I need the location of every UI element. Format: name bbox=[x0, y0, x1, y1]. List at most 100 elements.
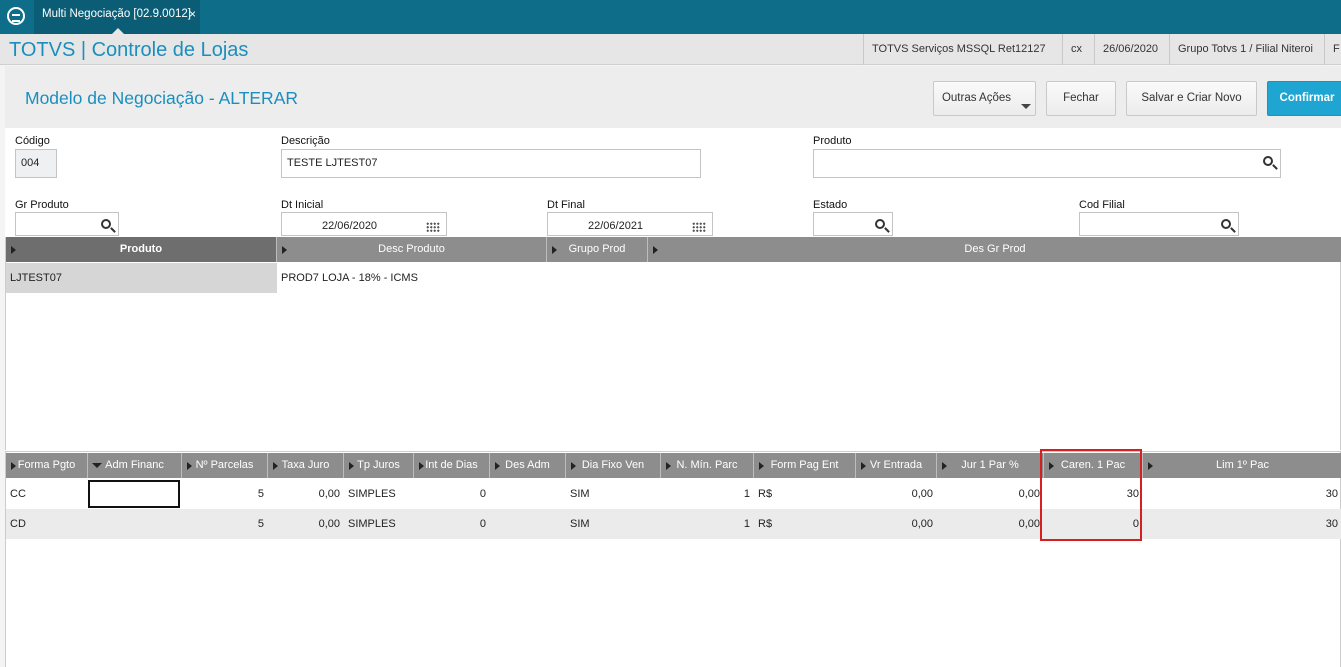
search-icon[interactable] bbox=[875, 219, 885, 229]
cell-int-de-dias[interactable]: 0 bbox=[414, 509, 490, 539]
codigo-field[interactable]: 004 bbox=[15, 149, 57, 178]
search-icon[interactable] bbox=[1221, 219, 1231, 229]
col-des-adm[interactable]: Des Adm bbox=[490, 453, 566, 478]
cell-forma-pgto[interactable]: CC bbox=[6, 479, 88, 509]
cell-n-parcelas[interactable]: 5 bbox=[182, 509, 268, 539]
search-icon[interactable] bbox=[1263, 156, 1273, 166]
totvs-logo-icon[interactable] bbox=[7, 7, 25, 25]
search-icon[interactable] bbox=[101, 219, 111, 229]
cell-lim-1-pac[interactable]: 30 bbox=[1143, 479, 1341, 509]
cell-n-min-parc[interactable]: 1 bbox=[661, 509, 754, 539]
col-forma-pgto-label: Forma Pgto bbox=[17, 459, 76, 471]
date-info: 26/06/2020 bbox=[1094, 34, 1166, 65]
cell-n-parcelas[interactable]: 5 bbox=[182, 479, 268, 509]
cod-filial-label: Cod Filial bbox=[1079, 199, 1125, 211]
cod-filial-field[interactable] bbox=[1079, 212, 1239, 236]
col-desc-produto[interactable]: Desc Produto bbox=[277, 237, 547, 262]
user-info: cx bbox=[1062, 34, 1090, 65]
cell-dia-fixo-ven[interactable]: SIM bbox=[566, 509, 661, 539]
dt-inicial-value: 22/06/2020 bbox=[322, 220, 378, 232]
calendar-icon[interactable] bbox=[426, 222, 440, 233]
col-int-de-dias[interactable]: Int de Dias bbox=[414, 453, 490, 478]
sort-arrow-icon bbox=[273, 462, 278, 470]
cell-form-pag-ent[interactable]: R$ bbox=[754, 509, 856, 539]
col-tp-juros[interactable]: Tp Juros bbox=[344, 453, 414, 478]
cell-des-adm[interactable] bbox=[490, 479, 566, 509]
col-produto[interactable]: Produto bbox=[6, 237, 277, 262]
cell-adm-financ-editing[interactable] bbox=[88, 480, 180, 508]
col-form-pag-ent-label: Form Pag Ent bbox=[770, 459, 839, 471]
cell-vr-entrada[interactable]: 0,00 bbox=[856, 509, 937, 539]
col-n-parcelas-label: Nº Parcelas bbox=[195, 459, 254, 471]
other-actions-button[interactable]: Outras Ações bbox=[933, 81, 1036, 116]
sort-arrow-icon bbox=[11, 246, 16, 254]
estado-field[interactable] bbox=[813, 212, 893, 236]
cell-jur-1-par[interactable]: 0,00 bbox=[937, 509, 1044, 539]
col-vr-entrada[interactable]: Vr Entrada bbox=[856, 453, 937, 478]
app-title: TOTVS | Controle de Lojas bbox=[9, 39, 249, 61]
col-taxa-juro[interactable]: Taxa Juro bbox=[268, 453, 344, 478]
estado-label: Estado bbox=[813, 199, 848, 211]
col-form-pag-ent[interactable]: Form Pag Ent bbox=[754, 453, 856, 478]
close-button[interactable]: Fechar bbox=[1046, 81, 1116, 116]
col-n-parcelas[interactable]: Nº Parcelas bbox=[182, 453, 268, 478]
col-n-min-parc[interactable]: N. Mín. Parc bbox=[661, 453, 754, 478]
cell-int-de-dias[interactable]: 0 bbox=[414, 479, 490, 509]
col-n-min-parc-label: N. Mín. Parc bbox=[676, 459, 738, 471]
gr-produto-field[interactable] bbox=[15, 212, 119, 236]
cell-des-adm[interactable] bbox=[490, 509, 566, 539]
sort-arrow-icon bbox=[759, 462, 764, 470]
server-info: TOTVS Serviços MSSQL Ret12127 bbox=[863, 34, 1054, 65]
cell-jur-1-par[interactable]: 0,00 bbox=[937, 479, 1044, 509]
tab-multi-negociacao[interactable]: Multi Negociação [02.9.0012] × bbox=[34, 0, 200, 34]
cell-des-gr-prod[interactable] bbox=[648, 263, 1341, 293]
company-info: Grupo Totvs 1 / Filial Niteroi bbox=[1169, 34, 1321, 65]
cell-grupo-prod[interactable] bbox=[547, 263, 648, 293]
cell-dia-fixo-ven[interactable]: SIM bbox=[566, 479, 661, 509]
close-icon[interactable]: × bbox=[189, 0, 196, 28]
produto-label: Produto bbox=[813, 135, 852, 147]
sort-arrow-icon bbox=[861, 462, 866, 470]
cell-taxa-juro[interactable]: 0,00 bbox=[268, 479, 344, 509]
calendar-icon[interactable] bbox=[692, 222, 706, 233]
cell-form-pag-ent[interactable]: R$ bbox=[754, 479, 856, 509]
cell-vr-entrada[interactable]: 0,00 bbox=[856, 479, 937, 509]
cell-n-min-parc[interactable]: 1 bbox=[661, 479, 754, 509]
dt-final-label: Dt Final bbox=[547, 199, 585, 211]
col-dia-fixo-ven[interactable]: Dia Fixo Ven bbox=[566, 453, 661, 478]
save-and-new-button[interactable]: Salvar e Criar Novo bbox=[1126, 81, 1257, 116]
produto-field[interactable] bbox=[813, 149, 1281, 178]
col-grupo-prod[interactable]: Grupo Prod bbox=[547, 237, 648, 262]
descricao-field[interactable]: TESTE LJTEST07 bbox=[281, 149, 701, 178]
col-lim-1-pac-label: Lim 1º Pac bbox=[1216, 459, 1269, 471]
cell-tp-juros[interactable]: SIMPLES bbox=[344, 509, 414, 539]
confirm-button[interactable]: Confirmar bbox=[1267, 81, 1341, 116]
products-grid: Produto Desc Produto Grupo Prod Des Gr P… bbox=[5, 237, 1341, 450]
dt-inicial-field[interactable]: 22/06/2020 bbox=[281, 212, 447, 236]
highlight-box-caren-column bbox=[1040, 449, 1142, 541]
cell-produto[interactable]: LJTEST07 bbox=[6, 263, 277, 293]
col-adm-financ[interactable]: Adm Financ bbox=[88, 453, 182, 478]
table-row[interactable]: LJTEST07 PROD7 LOJA - 18% - ICMS bbox=[6, 263, 1341, 293]
col-lim-1-pac[interactable]: Lim 1º Pac bbox=[1143, 453, 1341, 478]
sort-arrow-icon bbox=[11, 462, 16, 470]
top-bar: Multi Negociação [02.9.0012] × bbox=[0, 0, 1341, 34]
col-des-adm-label: Des Adm bbox=[505, 459, 550, 471]
col-desc-produto-label: Desc Produto bbox=[378, 243, 445, 255]
sort-arrow-icon bbox=[942, 462, 947, 470]
cell-desc-produto[interactable]: PROD7 LOJA - 18% - ICMS bbox=[277, 263, 547, 293]
sort-arrow-icon bbox=[349, 462, 354, 470]
cell-tp-juros[interactable]: SIMPLES bbox=[344, 479, 414, 509]
col-jur-1-par[interactable]: Jur 1 Par % bbox=[937, 453, 1044, 478]
sort-desc-icon bbox=[92, 463, 102, 468]
cell-taxa-juro[interactable]: 0,00 bbox=[268, 509, 344, 539]
col-int-de-dias-label: Int de Dias bbox=[425, 459, 478, 471]
col-jur-1-par-label: Jur 1 Par % bbox=[961, 459, 1019, 471]
dt-final-field[interactable]: 22/06/2021 bbox=[547, 212, 713, 236]
cell-adm-financ[interactable] bbox=[88, 509, 182, 539]
col-des-gr-prod[interactable]: Des Gr Prod bbox=[648, 237, 1341, 262]
cell-forma-pgto[interactable]: CD bbox=[6, 509, 88, 539]
extra-info: F bbox=[1324, 34, 1341, 65]
cell-lim-1-pac[interactable]: 30 bbox=[1143, 509, 1341, 539]
col-forma-pgto[interactable]: Forma Pgto bbox=[6, 453, 88, 478]
